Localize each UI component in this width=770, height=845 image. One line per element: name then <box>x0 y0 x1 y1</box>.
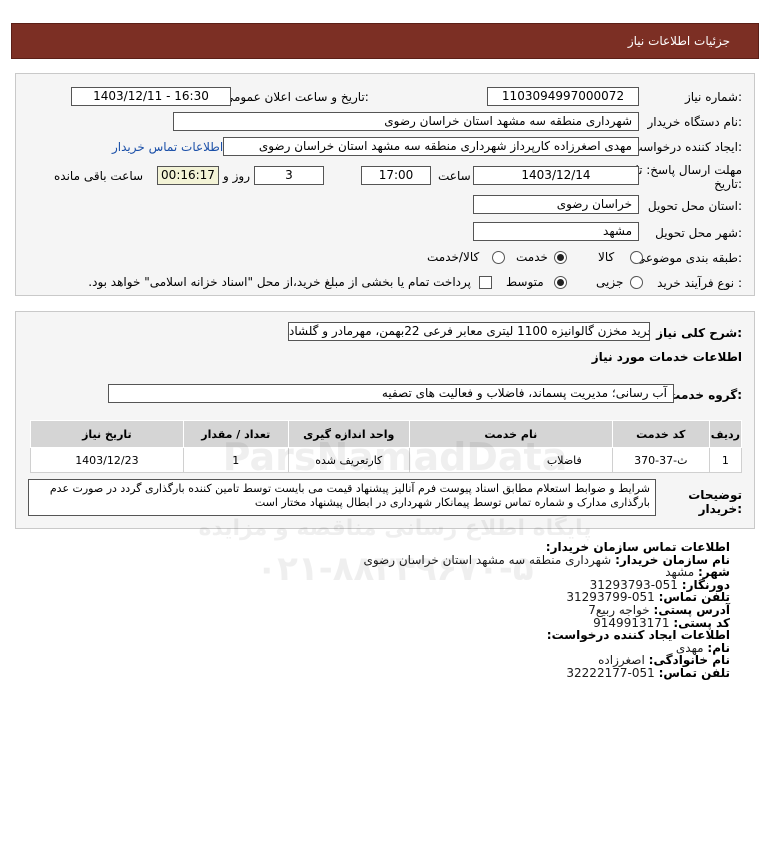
process-label: نوع فرآیند خرید : <box>657 276 742 290</box>
page-header: جزئیات اطلاعات نیاز <box>11 23 759 59</box>
org-row: نام سازمان خریدار: شهرداری منطقه سه مشهد… <box>30 552 730 567</box>
description-panel: شرح کلی نیاز: خرید مخزن گالوانیزه 1100 ل… <box>15 311 755 529</box>
process-minor-label: جزیی <box>596 275 624 289</box>
notes-label: توضیحات <box>688 488 742 502</box>
services-heading: اطلاعات خدمات مورد نیاز <box>591 350 742 364</box>
creator-heading: اطلاعات ایجاد کننده درخواست: <box>546 628 730 643</box>
announce-label: تاریخ و ساعت اعلان عمومی: <box>224 90 369 104</box>
col-unit: واحد اندازه گیری <box>287 420 410 448</box>
time-label: ساعت <box>438 169 471 183</box>
cell-code: ث-37-370 <box>611 447 710 473</box>
creator-label: ایجاد کننده درخواست: <box>631 140 742 154</box>
province-field: خراسان رضوی <box>473 195 639 214</box>
need-number-label: شماره نیاز: <box>684 90 742 104</box>
page-title: جزئیات اطلاعات نیاز <box>627 34 730 48</box>
process-medium-radio[interactable] <box>554 276 567 289</box>
cell-row: 1 <box>708 447 743 473</box>
contact-info: اطلاعات تماس سازمان خریدار: نام سازمان خ… <box>30 541 730 680</box>
service-group-field: آب رسانی؛ مدیریت پسماند، فاضلاب و فعالیت… <box>108 384 674 403</box>
creator-phone-row: تلفن تماس: 051-32222177 <box>30 667 730 680</box>
creator-phone-value: 051-32222177 <box>566 665 655 680</box>
cell-qty: 1 <box>182 447 289 473</box>
cell-name: فاضلاب <box>408 447 613 473</box>
buyer-notes-field: شرایط و ضوابط استعلام مطابق اسناد پیوست … <box>28 479 656 516</box>
process-medium-label: متوسط <box>506 275 544 289</box>
notes-label-buyer: خریدار: <box>698 502 742 516</box>
category-service-label: خدمت <box>516 250 548 264</box>
announce-field: 1403/12/11 - 16:30 <box>71 87 231 106</box>
buyer-org-field: شهرداری منطقه سه مشهد استان خراسان رضوی <box>173 112 639 131</box>
col-row: ردیف <box>708 420 743 448</box>
buyer-org-label: نام دستگاه خریدار: <box>647 115 743 129</box>
category-goods-label: کالا <box>598 250 615 264</box>
buyer-contact-link[interactable]: اطلاعات تماس خریدار <box>112 140 223 154</box>
remaining-label: ساعت باقی مانده <box>54 169 144 183</box>
days-field: 3 <box>254 166 324 185</box>
description-label: شرح کلی نیاز: <box>656 326 742 340</box>
category-goods-service-radio[interactable] <box>492 251 505 264</box>
col-code: کد خدمت <box>611 420 710 448</box>
city-field: مشهد <box>473 222 639 241</box>
deadline-date-field: 1403/12/14 <box>473 166 639 185</box>
city-label: شهر محل تحویل: <box>655 226 742 240</box>
service-group-label: گروه خدمت: <box>668 388 742 402</box>
col-qty: تعداد / مقدار <box>182 420 289 448</box>
treasury-payment-note: پرداخت تمام یا بخشی از مبلغ خرید،از محل … <box>88 275 471 289</box>
treasury-payment-checkbox[interactable] <box>479 276 492 289</box>
table-row: 1 ث-37-370 فاضلاب کارتعریف شده 1 1403/12… <box>30 447 743 473</box>
need-number-field: 1103094997000072 <box>487 87 639 106</box>
services-table: ردیف کد خدمت نام خدمت واحد اندازه گیری ت… <box>30 420 743 473</box>
days-label: روز و <box>223 169 250 183</box>
deadline-label: مهلت ارسال پاسخ: تا <box>635 163 742 177</box>
category-service-radio[interactable] <box>554 251 567 264</box>
process-minor-radio[interactable] <box>630 276 643 289</box>
creator-phone-label: تلفن تماس: <box>658 665 730 680</box>
remaining-time-field: 00:16:17 <box>157 166 219 185</box>
deadline-date-label: تاریخ: <box>714 177 742 191</box>
category-goods-radio[interactable] <box>630 251 643 264</box>
category-goods-service-label: کالا/خدمت <box>427 250 480 264</box>
cell-unit: کارتعریف شده <box>287 447 410 473</box>
col-date: تاریخ نیاز <box>30 420 184 448</box>
col-name: نام خدمت <box>408 420 613 448</box>
category-label: طبقه بندی موضوعی: <box>635 251 742 265</box>
deadline-time-field: 17:00 <box>361 166 431 185</box>
need-details-panel: شماره نیاز: 1103094997000072 تاریخ و ساع… <box>15 73 755 296</box>
creator-field: مهدی اصغرزاده کارپرداز شهرداری منطقه سه … <box>223 137 639 156</box>
table-header-row: ردیف کد خدمت نام خدمت واحد اندازه گیری ت… <box>30 420 743 448</box>
cell-date: 1403/12/23 <box>30 447 184 473</box>
description-field: خرید مخزن گالوانیزه 1100 لیتری معابر فرع… <box>288 322 650 341</box>
province-label: استان محل تحویل: <box>647 199 742 213</box>
org-value: شهرداری منطقه سه مشهد استان خراسان رضوی <box>363 552 612 567</box>
